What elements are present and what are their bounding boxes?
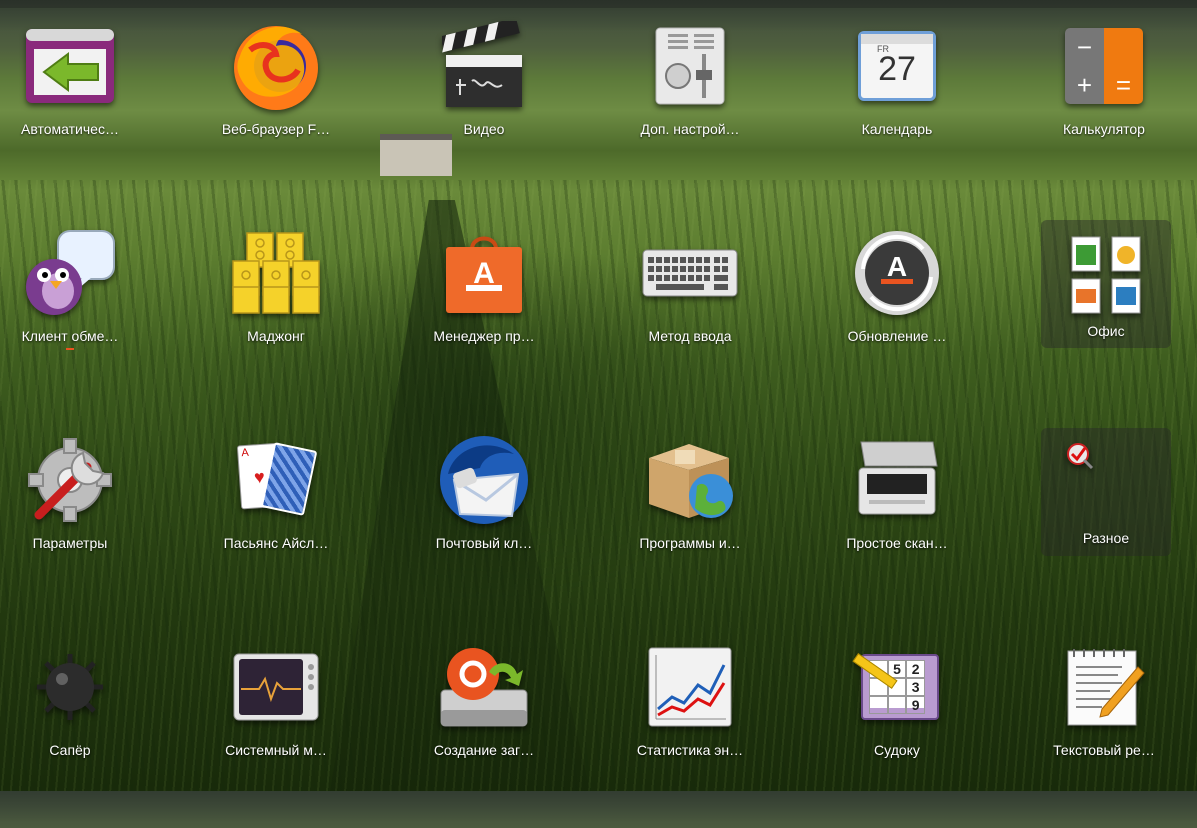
logout-arrow-icon: [22, 18, 118, 114]
clapperboard-icon: [436, 18, 532, 114]
card-suit: ♥: [253, 466, 266, 488]
app-label: Параметры: [32, 535, 108, 551]
app-tile-power-statistics[interactable]: Статистика эн…: [591, 621, 789, 828]
sudoku-digit: 3: [906, 678, 925, 696]
system-monitor-icon: [228, 639, 324, 735]
app-folder-office[interactable]: Офис: [1007, 207, 1197, 414]
sudoku-digit: 2: [906, 660, 925, 678]
power-statistics-icon: [642, 639, 738, 735]
sudoku-icon: 5 2 3 9: [849, 639, 945, 735]
app-tile-startup-disk-creator[interactable]: Создание заг…: [385, 621, 583, 828]
app-label: Менеджер пр…: [433, 328, 535, 344]
thunderbird-icon: [436, 432, 532, 528]
app-tile-input-method[interactable]: Метод ввода: [591, 207, 789, 414]
calculator-icon: − + =: [1056, 18, 1152, 114]
sudoku-digit: 9: [906, 696, 925, 714]
app-tile-sudoku[interactable]: 5 2 3 9 Судоку: [798, 621, 996, 828]
app-label: Системный м…: [225, 742, 327, 758]
settings-wrench-gear-icon: [22, 432, 118, 528]
calc-orange-key: [1104, 28, 1143, 66]
app-tile-thunderbird[interactable]: Почтовый кл…: [385, 414, 583, 621]
app-label: Пасьянс Айсл…: [223, 535, 329, 551]
calendar-icon: FR 27: [849, 18, 945, 114]
app-label: Программы и…: [639, 535, 741, 551]
app-tile-aisleriot[interactable]: A ♥ Пасьянс Айсл…: [177, 414, 375, 621]
app-tile-firefox[interactable]: Веб-браузер F…: [177, 0, 375, 207]
app-label: Статистика эн…: [636, 742, 744, 758]
app-tile-mines[interactable]: Сапёр: [0, 621, 169, 828]
keyboard-icon: [642, 225, 738, 321]
software-store-bag-icon: A: [436, 225, 532, 321]
app-label: Маджонг: [247, 328, 305, 344]
office-folder-icon: [1058, 225, 1154, 321]
app-tile-calculator[interactable]: − + = Калькулятор: [1005, 0, 1197, 207]
app-folder-misc[interactable]: Разное: [1007, 414, 1197, 621]
app-label: Обновление …: [847, 328, 947, 344]
playing-cards-icon: A ♥: [228, 432, 324, 528]
mine-icon: [22, 639, 118, 735]
app-tile-video[interactable]: Видео: [385, 0, 583, 207]
app-label: Разное: [1082, 530, 1130, 546]
card-rank: A: [240, 446, 250, 460]
app-tile-simple-scan[interactable]: Простое скан…: [798, 414, 996, 621]
app-tile-software-center[interactable]: A Менеджер пр…: [385, 207, 583, 414]
startup-disk-icon: [436, 639, 532, 735]
calc-plus-key: +: [1065, 66, 1104, 104]
app-tile-mahjongg[interactable]: Маджонг: [177, 207, 375, 414]
app-tile-system-monitor[interactable]: Системный м…: [177, 621, 375, 828]
app-label: Автоматичес…: [21, 121, 119, 137]
misc-folder-icon: [1058, 432, 1154, 528]
calendar-day-number: 27: [878, 50, 916, 88]
app-tile-automatic-logout[interactable]: Автоматичес…: [0, 0, 169, 207]
updater-letter: A: [886, 251, 908, 282]
calc-minus-key: −: [1065, 28, 1104, 66]
scanner-icon: [849, 432, 945, 528]
app-label: Простое скан…: [846, 535, 948, 551]
store-letter: A: [473, 257, 495, 290]
app-label: Создание заг…: [433, 742, 535, 758]
app-tile-settings[interactable]: Параметры: [0, 414, 169, 621]
app-label: Веб-браузер F…: [221, 121, 331, 137]
app-label: Офис: [1087, 323, 1125, 339]
pidgin-bird-icon: [22, 225, 118, 321]
app-label: Доп. настрой…: [640, 121, 740, 137]
app-label: Почтовый кл…: [435, 535, 533, 551]
app-label: Календарь: [861, 121, 933, 137]
app-label: Клиент обме…: [21, 328, 119, 344]
app-label: Текстовый ре…: [1053, 742, 1155, 758]
software-updater-icon: A: [849, 225, 945, 321]
app-tile-pidgin[interactable]: Клиент обме…: [0, 207, 169, 414]
mahjong-tiles-icon: [228, 225, 324, 321]
app-label: Видео: [463, 121, 505, 137]
app-tile-calendar[interactable]: FR 27 Календарь: [798, 0, 996, 207]
running-indicator: [66, 348, 74, 350]
firefox-icon: [228, 18, 324, 114]
app-tile-text-editor[interactable]: Текстовый ре…: [1005, 621, 1197, 828]
calc-equals-key: =: [1104, 66, 1143, 104]
app-tile-tweaks[interactable]: Доп. настрой…: [591, 0, 789, 207]
app-label: Судоку: [874, 742, 920, 758]
app-label: Метод ввода: [648, 328, 732, 344]
app-tile-software-sources[interactable]: Программы и…: [591, 414, 789, 621]
tweaks-panel-icon: [642, 18, 738, 114]
package-globe-icon: [642, 432, 738, 528]
app-label: Сапёр: [49, 742, 91, 758]
app-tile-software-updater[interactable]: A Обновление …: [798, 207, 996, 414]
app-label: Калькулятор: [1063, 121, 1145, 137]
text-editor-icon: [1056, 639, 1152, 735]
